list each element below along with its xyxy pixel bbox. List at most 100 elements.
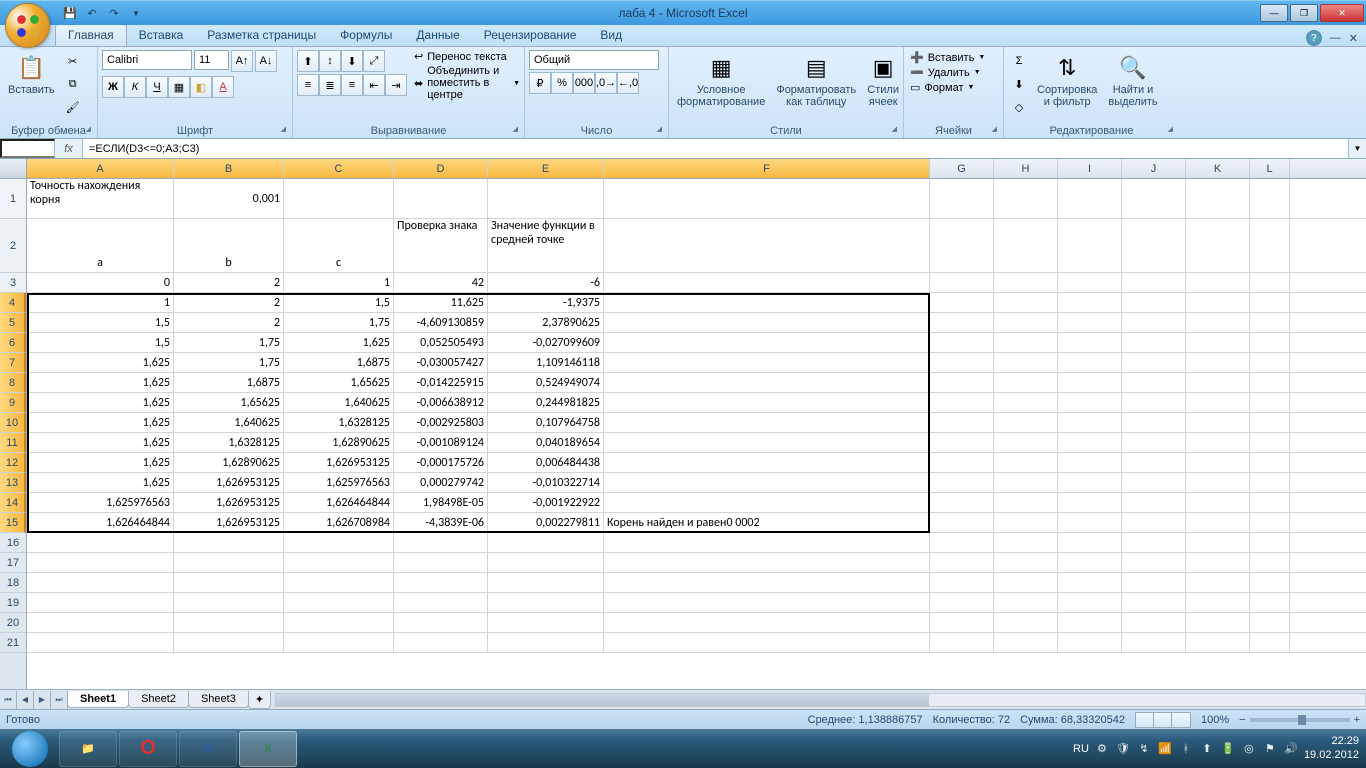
col-header-D[interactable]: D (394, 159, 488, 178)
cell-L14[interactable] (1250, 493, 1290, 512)
cell-K6[interactable] (1186, 333, 1250, 352)
tray-icon[interactable]: ⚙ (1094, 741, 1110, 757)
cell-H9[interactable] (994, 393, 1058, 412)
cell-L16[interactable] (1250, 533, 1290, 552)
cell-G6[interactable] (930, 333, 994, 352)
cell-G7[interactable] (930, 353, 994, 372)
view-layout-icon[interactable] (1154, 713, 1172, 727)
clear-icon[interactable]: ◇ (1008, 96, 1030, 118)
cell-C12[interactable]: 1,626953125 (284, 453, 394, 472)
cell-B21[interactable] (174, 633, 284, 652)
zoom-in-icon[interactable]: + (1354, 714, 1360, 726)
cell-H8[interactable] (994, 373, 1058, 392)
minimize-button[interactable]: — (1260, 4, 1288, 22)
align-middle-icon[interactable]: ↕ (319, 50, 341, 72)
close-button[interactable]: ✕ (1320, 4, 1364, 22)
cell-G3[interactable] (930, 273, 994, 292)
cell-L9[interactable] (1250, 393, 1290, 412)
find-select-button[interactable]: 🔍Найти и выделить (1104, 50, 1161, 110)
cell-G17[interactable] (930, 553, 994, 572)
sheet-nav-first-icon[interactable]: ⏮ (0, 691, 17, 709)
cell-A10[interactable]: 1,625 (27, 413, 174, 432)
cell-H7[interactable] (994, 353, 1058, 372)
cell-I17[interactable] (1058, 553, 1122, 572)
cell-F12[interactable] (604, 453, 930, 472)
sheet-tab-1[interactable]: Sheet1 (67, 691, 129, 708)
fx-button[interactable]: fx (55, 139, 83, 158)
cell-I20[interactable] (1058, 613, 1122, 632)
cell-L8[interactable] (1250, 373, 1290, 392)
cell-C7[interactable]: 1,6875 (284, 353, 394, 372)
name-box[interactable] (0, 139, 55, 158)
col-header-E[interactable]: E (488, 159, 604, 178)
cell-D21[interactable] (394, 633, 488, 652)
cell-F14[interactable] (604, 493, 930, 512)
cell-B14[interactable]: 1,626953125 (174, 493, 284, 512)
cell-C11[interactable]: 1,62890625 (284, 433, 394, 452)
cell-B2[interactable]: b (174, 219, 284, 272)
row-header-1[interactable]: 1 (0, 179, 26, 219)
cell-H14[interactable] (994, 493, 1058, 512)
copy-icon[interactable]: ⧉ (62, 73, 84, 95)
cell-F20[interactable] (604, 613, 930, 632)
cell-J21[interactable] (1122, 633, 1186, 652)
cell-E20[interactable] (488, 613, 604, 632)
align-bottom-icon[interactable]: ⬇ (341, 50, 363, 72)
cell-J18[interactable] (1122, 573, 1186, 592)
border-icon[interactable]: ▦ (168, 76, 190, 98)
cell-I14[interactable] (1058, 493, 1122, 512)
cell-C5[interactable]: 1,75 (284, 313, 394, 332)
cell-C10[interactable]: 1,6328125 (284, 413, 394, 432)
cell-K16[interactable] (1186, 533, 1250, 552)
cell-E4[interactable]: -1,9375 (488, 293, 604, 312)
cell-A8[interactable]: 1,625 (27, 373, 174, 392)
cell-A17[interactable] (27, 553, 174, 572)
row-header-15[interactable]: 15 (0, 513, 26, 533)
cell-I4[interactable] (1058, 293, 1122, 312)
cell-styles-button[interactable]: ▣Стили ячеек (863, 50, 903, 110)
cell-D2[interactable]: Проверка знака (394, 219, 488, 272)
cell-J11[interactable] (1122, 433, 1186, 452)
cell-F7[interactable] (604, 353, 930, 372)
cell-J19[interactable] (1122, 593, 1186, 612)
cell-L12[interactable] (1250, 453, 1290, 472)
cell-D6[interactable]: 0,052505493 (394, 333, 488, 352)
cell-J12[interactable] (1122, 453, 1186, 472)
indent-dec-icon[interactable]: ⇤ (363, 74, 385, 96)
cell-K10[interactable] (1186, 413, 1250, 432)
cells-area[interactable]: Точность нахождения корня0,001 abcПровер… (27, 179, 1366, 689)
cell-A2[interactable]: a (27, 219, 174, 272)
new-sheet-button[interactable]: ✦ (248, 691, 271, 709)
cell-K12[interactable] (1186, 453, 1250, 472)
sheet-nav-prev-icon[interactable]: ◀ (17, 691, 34, 709)
cell-B15[interactable]: 1,626953125 (174, 513, 284, 532)
window-controls-small[interactable]: ✕ (1349, 32, 1358, 45)
cut-icon[interactable]: ✂ (62, 50, 84, 72)
col-header-J[interactable]: J (1122, 159, 1186, 178)
cell-E17[interactable] (488, 553, 604, 572)
col-header-I[interactable]: I (1058, 159, 1122, 178)
cell-C20[interactable] (284, 613, 394, 632)
cell-I7[interactable] (1058, 353, 1122, 372)
cell-B16[interactable] (174, 533, 284, 552)
cell-J3[interactable] (1122, 273, 1186, 292)
zoom-slider[interactable]: − + (1239, 714, 1360, 726)
cell-D13[interactable]: 0,000279742 (394, 473, 488, 492)
cell-G13[interactable] (930, 473, 994, 492)
inc-decimal-icon[interactable]: ,0→ (595, 72, 617, 94)
cell-D9[interactable]: -0,006638912 (394, 393, 488, 412)
cell-A4[interactable]: 1 (27, 293, 174, 312)
cell-I11[interactable] (1058, 433, 1122, 452)
sheet-tab-3[interactable]: Sheet3 (188, 691, 249, 708)
cell-L19[interactable] (1250, 593, 1290, 612)
cell-H11[interactable] (994, 433, 1058, 452)
row-header-6[interactable]: 6 (0, 333, 26, 353)
cell-E16[interactable] (488, 533, 604, 552)
cell-D14[interactable]: 1,98498E-05 (394, 493, 488, 512)
cell-J4[interactable] (1122, 293, 1186, 312)
sort-filter-button[interactable]: ⇅Сортировка и фильтр (1033, 50, 1101, 110)
tray-bluetooth-icon[interactable]: ᚼ (1178, 741, 1194, 757)
cell-A20[interactable] (27, 613, 174, 632)
cell-C14[interactable]: 1,626464844 (284, 493, 394, 512)
cell-K18[interactable] (1186, 573, 1250, 592)
